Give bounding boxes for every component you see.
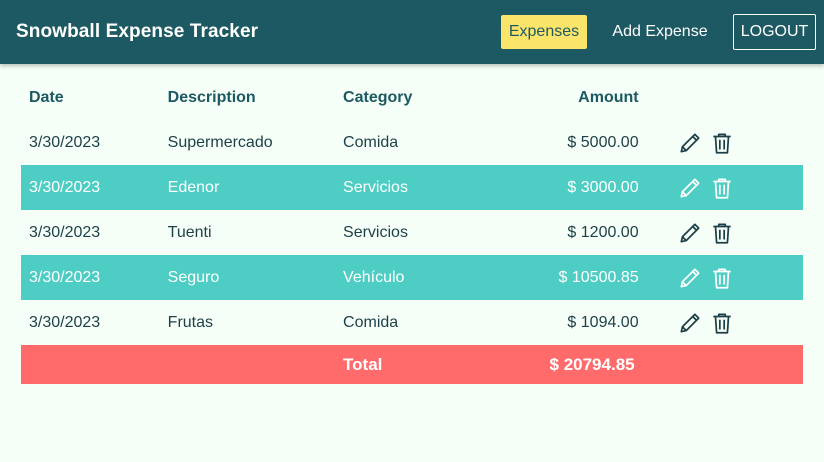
pencil-icon[interactable] <box>677 265 703 291</box>
expenses-table: Date Description Category Amount 3/30/20… <box>21 75 803 384</box>
table-row: 3/30/2023 Tuenti Servicios $ 1200.00 <box>21 210 803 255</box>
column-header-description: Description <box>167 88 256 106</box>
cell-amount: $ 3000.00 <box>483 165 639 210</box>
trash-icon[interactable] <box>709 130 735 156</box>
row-actions <box>638 165 803 210</box>
cell-description: Edenor <box>167 165 344 210</box>
column-header-category: Category <box>343 88 413 106</box>
cell-description: Supermercado <box>167 133 273 151</box>
pencil-icon[interactable] <box>677 175 703 201</box>
app-title: Snowball Expense Tracker <box>16 21 259 42</box>
cell-description: Tuenti <box>167 223 212 241</box>
cell-description: Seguro <box>167 255 344 300</box>
total-amount: $ 20794.85 <box>483 345 639 384</box>
cell-description: Frutas <box>167 313 214 331</box>
column-header-amount: Amount <box>578 88 639 106</box>
cell-date: 3/30/2023 <box>21 255 168 300</box>
trash-icon[interactable] <box>709 175 735 201</box>
total-row: Total $ 20794.85 <box>21 345 803 384</box>
row-actions <box>638 255 803 300</box>
table-row: 3/30/2023 Frutas Comida $ 1094.00 <box>21 300 803 345</box>
cell-category: Servicios <box>343 165 484 210</box>
table-row: 3/30/2023 Seguro Vehículo $ 10500.85 <box>21 255 803 300</box>
row-actions <box>639 300 803 345</box>
cell-amount: $ 1200.00 <box>567 223 639 241</box>
trash-icon[interactable] <box>709 265 735 291</box>
cell-amount: $ 10500.85 <box>483 255 639 300</box>
pencil-icon[interactable] <box>677 310 703 336</box>
column-header-actions <box>639 75 803 120</box>
trash-icon[interactable] <box>709 220 735 246</box>
column-header-date: Date <box>29 88 64 106</box>
total-label: Total <box>343 345 484 384</box>
nav-expenses-button[interactable]: Expenses <box>501 15 587 49</box>
table-row: 3/30/2023 Supermercado Comida $ 5000.00 <box>21 120 803 165</box>
cell-date: 3/30/2023 <box>21 165 168 210</box>
pencil-icon[interactable] <box>677 220 703 246</box>
table-row: 3/30/2023 Edenor Servicios $ 3000.00 <box>21 165 803 210</box>
cell-category: Servicios <box>343 223 408 241</box>
cell-category: Comida <box>343 133 399 151</box>
cell-date: 3/30/2023 <box>29 313 101 331</box>
cell-category: Comida <box>343 313 399 331</box>
cell-date: 3/30/2023 <box>29 133 101 151</box>
logout-button[interactable]: LOGOUT <box>733 14 816 50</box>
cell-date: 3/30/2023 <box>29 223 101 241</box>
cell-amount: $ 1094.00 <box>567 313 639 331</box>
pencil-icon[interactable] <box>677 130 703 156</box>
trash-icon[interactable] <box>709 310 735 336</box>
row-actions <box>639 120 803 165</box>
row-actions <box>639 210 803 255</box>
nav-add-expense-button[interactable]: Add Expense <box>605 15 715 49</box>
top-navbar: Snowball Expense Tracker Expenses Add Ex… <box>0 0 824 64</box>
cell-amount: $ 5000.00 <box>567 133 639 151</box>
cell-category: Vehículo <box>343 255 484 300</box>
table-header-row: Date Description Category Amount <box>21 75 803 120</box>
